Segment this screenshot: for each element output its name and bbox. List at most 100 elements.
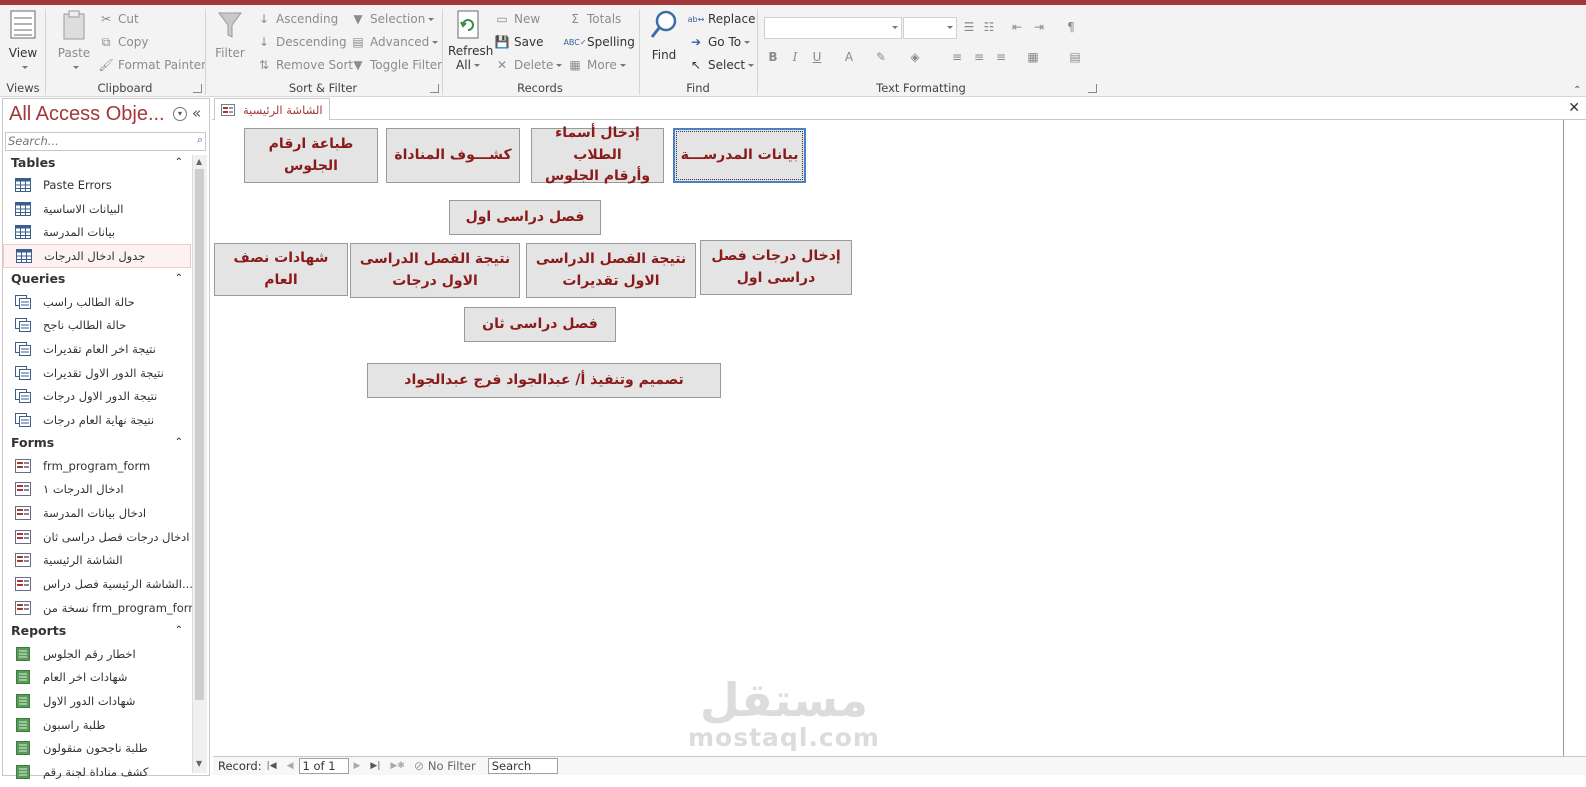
text-formatting-launcher-icon[interactable] (1088, 84, 1097, 93)
nav-scrollbar[interactable]: ▲ ▼ (192, 155, 207, 773)
last-record-icon[interactable]: ▶| (370, 761, 380, 771)
cut-button[interactable]: ✂ Cut (98, 9, 139, 29)
collapse-chevron-icon[interactable]: ⌃ (175, 437, 183, 448)
search-icon[interactable]: ⌕ (197, 133, 203, 147)
nav-scrollbar-thumb[interactable] (195, 169, 204, 700)
ascending-button[interactable]: ↓ Ascending (256, 9, 338, 29)
next-record-icon[interactable]: ▶ (354, 761, 361, 771)
collapse-chevron-icon[interactable]: ⌃ (175, 625, 183, 636)
nav-item[interactable]: الشاشة الرئيسية (3, 549, 191, 573)
current-record-input[interactable]: 1 of 1 (298, 758, 349, 774)
new-record-button[interactable]: ▭ New (494, 9, 540, 29)
bullets-icon[interactable]: ☰ (960, 18, 978, 36)
align-right-icon[interactable]: ≡ (992, 48, 1010, 66)
font-color-button[interactable]: A (840, 48, 858, 66)
nav-category-tables[interactable]: Tables ⌃ (3, 151, 191, 173)
font-name-select[interactable] (764, 17, 902, 39)
format-painter-button[interactable]: 🖌 Format Painter (98, 55, 206, 75)
delete-button[interactable]: ✕ Delete (494, 55, 563, 75)
paste-button[interactable]: Paste (56, 9, 92, 74)
copy-button[interactable]: ⧉ Copy (98, 32, 149, 52)
previous-record-icon[interactable]: ◀ (287, 761, 294, 771)
increase-indent-icon[interactable]: ⇥ (1030, 18, 1048, 36)
font-size-select[interactable] (903, 17, 957, 39)
filter-button[interactable]: Filter (213, 9, 247, 60)
nav-item[interactable]: الشاشة الرئيسية فصل دراس... (3, 572, 193, 596)
first-record-icon[interactable]: |◀ (267, 761, 277, 771)
find-button[interactable]: Find (646, 9, 682, 62)
tab-main-screen[interactable]: الشاشة الرئيسية (214, 98, 330, 120)
roll-call-button[interactable]: كشـــوف المناداة (386, 128, 520, 183)
school-data-button[interactable]: بيانات المدرســـة (673, 128, 806, 183)
nav-menu-chevron-icon[interactable]: ▾ (173, 107, 187, 121)
nav-search-input[interactable] (6, 133, 183, 148)
align-left-icon[interactable]: ≡ (948, 48, 966, 66)
more-button[interactable]: ▦ More (567, 55, 626, 75)
nav-category-queries[interactable]: Queries ⌃ (3, 268, 191, 290)
spelling-button[interactable]: ABC✓ Spelling (563, 32, 634, 52)
scroll-down-icon[interactable]: ▼ (196, 759, 202, 768)
nav-item[interactable]: طلبة راسبون (3, 713, 191, 737)
term1-result-grades-button[interactable]: نتيجة الفصل الدراسى الاول تقديرات (526, 243, 696, 298)
clipboard-launcher-icon[interactable] (193, 84, 202, 93)
highlight-icon[interactable]: ✎ (872, 48, 890, 66)
enter-students-button[interactable]: إدخال أسماء الطلاب وأرقام الجلوس (531, 125, 664, 184)
collapse-ribbon-icon[interactable]: ⌃ (1573, 85, 1581, 96)
enter-term1-grades-button[interactable]: إدخال درجات فصل دراسى اول (700, 240, 852, 295)
italic-button[interactable]: I (786, 48, 804, 66)
numbering-icon[interactable]: ☷ (980, 18, 998, 36)
gridlines-icon[interactable]: ▦ (1024, 48, 1042, 66)
nav-item[interactable]: نتيجة الدور الاول درجات (3, 385, 191, 409)
fill-color-icon[interactable]: ◈ (906, 48, 924, 66)
scroll-up-icon[interactable]: ▲ (196, 157, 202, 166)
nav-item[interactable]: ادخال درجات فصل دراسى ثان (3, 525, 191, 549)
nav-item[interactable]: البيانات الاساسية (3, 197, 191, 221)
descending-button[interactable]: ↓ Descending (256, 32, 347, 52)
nav-category-forms[interactable]: Forms ⌃ (3, 432, 191, 454)
nav-item[interactable]: ادخال بيانات المدرسة (3, 501, 191, 525)
nav-category-reports[interactable]: Reports ⌃ (3, 620, 191, 642)
nav-item[interactable]: جدول ادخال الدرجات (3, 244, 191, 268)
advanced-button[interactable]: ▤ Advanced (350, 32, 439, 52)
nav-pane-title[interactable]: All Access Obje... (9, 103, 165, 126)
select-button[interactable]: ↖ Select (688, 55, 755, 75)
toggle-filter-button[interactable]: ▼ Toggle Filter (350, 55, 442, 75)
bold-button[interactable]: B (764, 48, 782, 66)
remove-sort-button[interactable]: ⇅ Remove Sort (256, 55, 353, 75)
nav-item[interactable]: نتيجة نهاية العام درجات (3, 408, 191, 432)
nav-item[interactable]: بيانات المدرسة (3, 220, 191, 244)
collapse-chevron-icon[interactable]: ⌃ (175, 157, 183, 168)
nav-item[interactable]: Paste Errors (3, 173, 191, 197)
nav-item[interactable]: نتيجة الدور الاول تقديرات (3, 361, 191, 385)
decrease-indent-icon[interactable]: ⇤ (1008, 18, 1026, 36)
selection-button[interactable]: ▼ Selection (350, 9, 435, 29)
new-record-icon[interactable]: ▶✱ (390, 761, 404, 771)
nav-item[interactable]: حالة الطالب راسب (3, 290, 191, 314)
term1-result-marks-button[interactable]: نتيجة الفصل الدراسى الاول درجات (350, 243, 520, 298)
totals-button[interactable]: Σ Totals (567, 9, 621, 29)
collapse-chevron-icon[interactable]: ⌃ (175, 273, 183, 284)
nav-item[interactable]: ادخال الدرجات ١ (3, 478, 191, 502)
filter-status[interactable]: No Filter (428, 759, 476, 773)
close-icon[interactable]: ✕ (1568, 100, 1580, 116)
nav-item[interactable]: نتيجة اخر العام تقديرات (3, 337, 191, 361)
nav-item[interactable]: شهادات اخر العام (3, 665, 191, 689)
underline-button[interactable]: U (808, 48, 826, 66)
midyear-certificates-button[interactable]: شهادات نصف العام (214, 243, 348, 296)
nav-item[interactable]: frm_program_form (3, 454, 191, 478)
goto-button[interactable]: ➔ Go To (688, 32, 751, 52)
sort-filter-launcher-icon[interactable] (430, 84, 439, 93)
nav-item[interactable]: حالة الطالب ناجح (3, 313, 191, 337)
alternate-row-color-icon[interactable]: ▤ (1066, 48, 1084, 66)
nav-item[interactable]: اخطار رقم الجلوس (3, 642, 191, 666)
print-seat-numbers-button[interactable]: طباعة ارقام الجلوس (244, 128, 378, 183)
nav-item[interactable]: شهادات الدور الاول (3, 689, 191, 713)
record-search-input[interactable]: Search (487, 758, 558, 774)
shutter-bar-close-icon[interactable]: « (192, 104, 201, 122)
nav-item[interactable]: نسخة من frm_program_form (3, 596, 199, 620)
save-button[interactable]: 💾 Save (494, 32, 544, 52)
align-center-icon[interactable]: ≡ (970, 48, 988, 66)
refresh-all-button[interactable]: Refresh All (448, 9, 493, 72)
nav-item[interactable]: طلبة ناجحون منقولون (3, 736, 191, 760)
view-button[interactable]: View (6, 9, 40, 74)
